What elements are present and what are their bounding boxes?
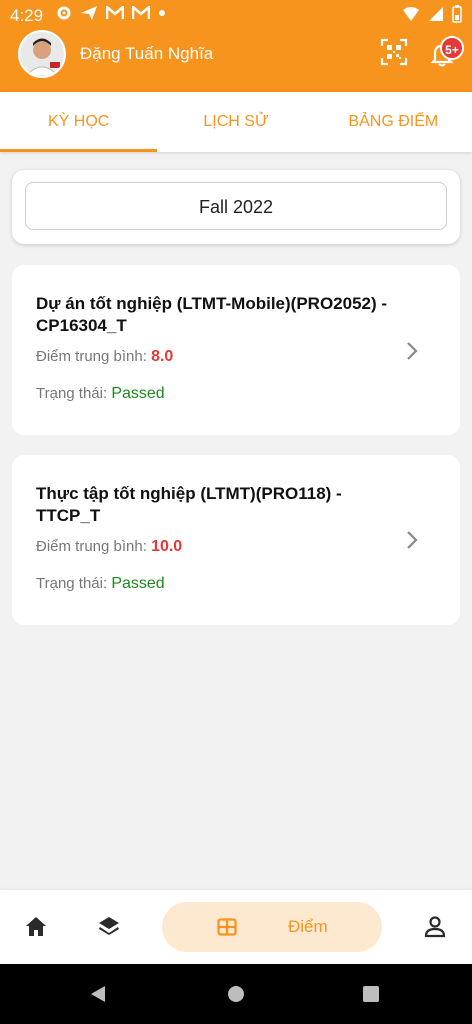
app-header: 4:29 Đặng Tuấn Nghĩa 5+ [0,0,472,92]
bottom-nav: Điểm [0,890,472,964]
status-time: 4:29 [10,6,44,25]
course-title: Thực tập tốt nghiệp (LTMT)(PRO118) - TTC… [36,484,342,525]
semester-select[interactable]: Fall 2022 [25,182,447,230]
status-icons-right [402,5,462,23]
course-status-value: Passed [111,575,165,592]
system-nav-bar [0,964,472,1024]
layers-icon[interactable] [96,914,122,940]
grid-icon [217,918,237,936]
mail-icon [106,6,124,19]
course-card[interactable]: Dự án tốt nghiệp (LTMT-Mobile)(PRO2052) … [12,265,460,435]
course-title: Dự án tốt nghiệp (LTMT-Mobile)(PRO2052) … [36,294,388,335]
wifi-icon [403,7,419,21]
average-score-label: Điểm trung bình: [36,538,152,555]
avatar[interactable] [18,30,66,78]
notification-badge: 5+ [440,36,464,60]
home-button-icon[interactable] [226,984,246,1004]
course-status: Trạng thái: Passed [36,575,165,593]
gear-icon [57,6,71,20]
send-icon [81,6,97,20]
average-score-value: 8.0 [151,348,174,365]
dot-icon [159,10,165,16]
status-icons-left [56,5,166,21]
average-score-value: 10.0 [151,538,183,555]
home-icon[interactable] [23,914,49,940]
nav-grades-label: Điểm [288,917,328,936]
tab-transcript[interactable]: BẢNG ĐIỂM [315,92,472,152]
course-card[interactable]: Thực tập tốt nghiệp (LTMT)(PRO118) - TTC… [12,455,460,625]
signal-icon [429,7,443,21]
nav-grades-button[interactable]: Điểm [162,902,382,952]
chevron-right-icon [407,531,418,549]
tab-history[interactable]: LỊCH SỬ [157,92,314,152]
user-avatar-icon [20,32,64,76]
user-icon[interactable] [422,914,448,940]
tab-bar: KỲ HỌC LỊCH SỬ BẢNG ĐIỂM [0,92,472,152]
mail-icon [132,6,150,19]
semester-card: Fall 2022 [12,170,460,244]
course-status-label: Trạng thái: [36,575,112,592]
course-status: Trạng thái: Passed [36,385,165,403]
back-icon[interactable] [88,984,108,1004]
course-status-value: Passed [111,385,165,402]
average-score: Điểm trung bình: 10.0 [36,538,182,556]
average-score: Điểm trung bình: 8.0 [36,348,173,366]
battery-icon [452,5,462,23]
qr-code-icon[interactable] [380,38,408,66]
tab-semester[interactable]: KỲ HỌC [0,92,158,152]
recents-icon[interactable] [362,985,380,1003]
user-name[interactable]: Đặng Tuấn Nghĩa [80,44,213,64]
course-status-label: Trạng thái: [36,385,112,402]
average-score-label: Điểm trung bình: [36,348,152,365]
status-bar: 4:29 [0,0,472,32]
chevron-right-icon [407,342,418,360]
